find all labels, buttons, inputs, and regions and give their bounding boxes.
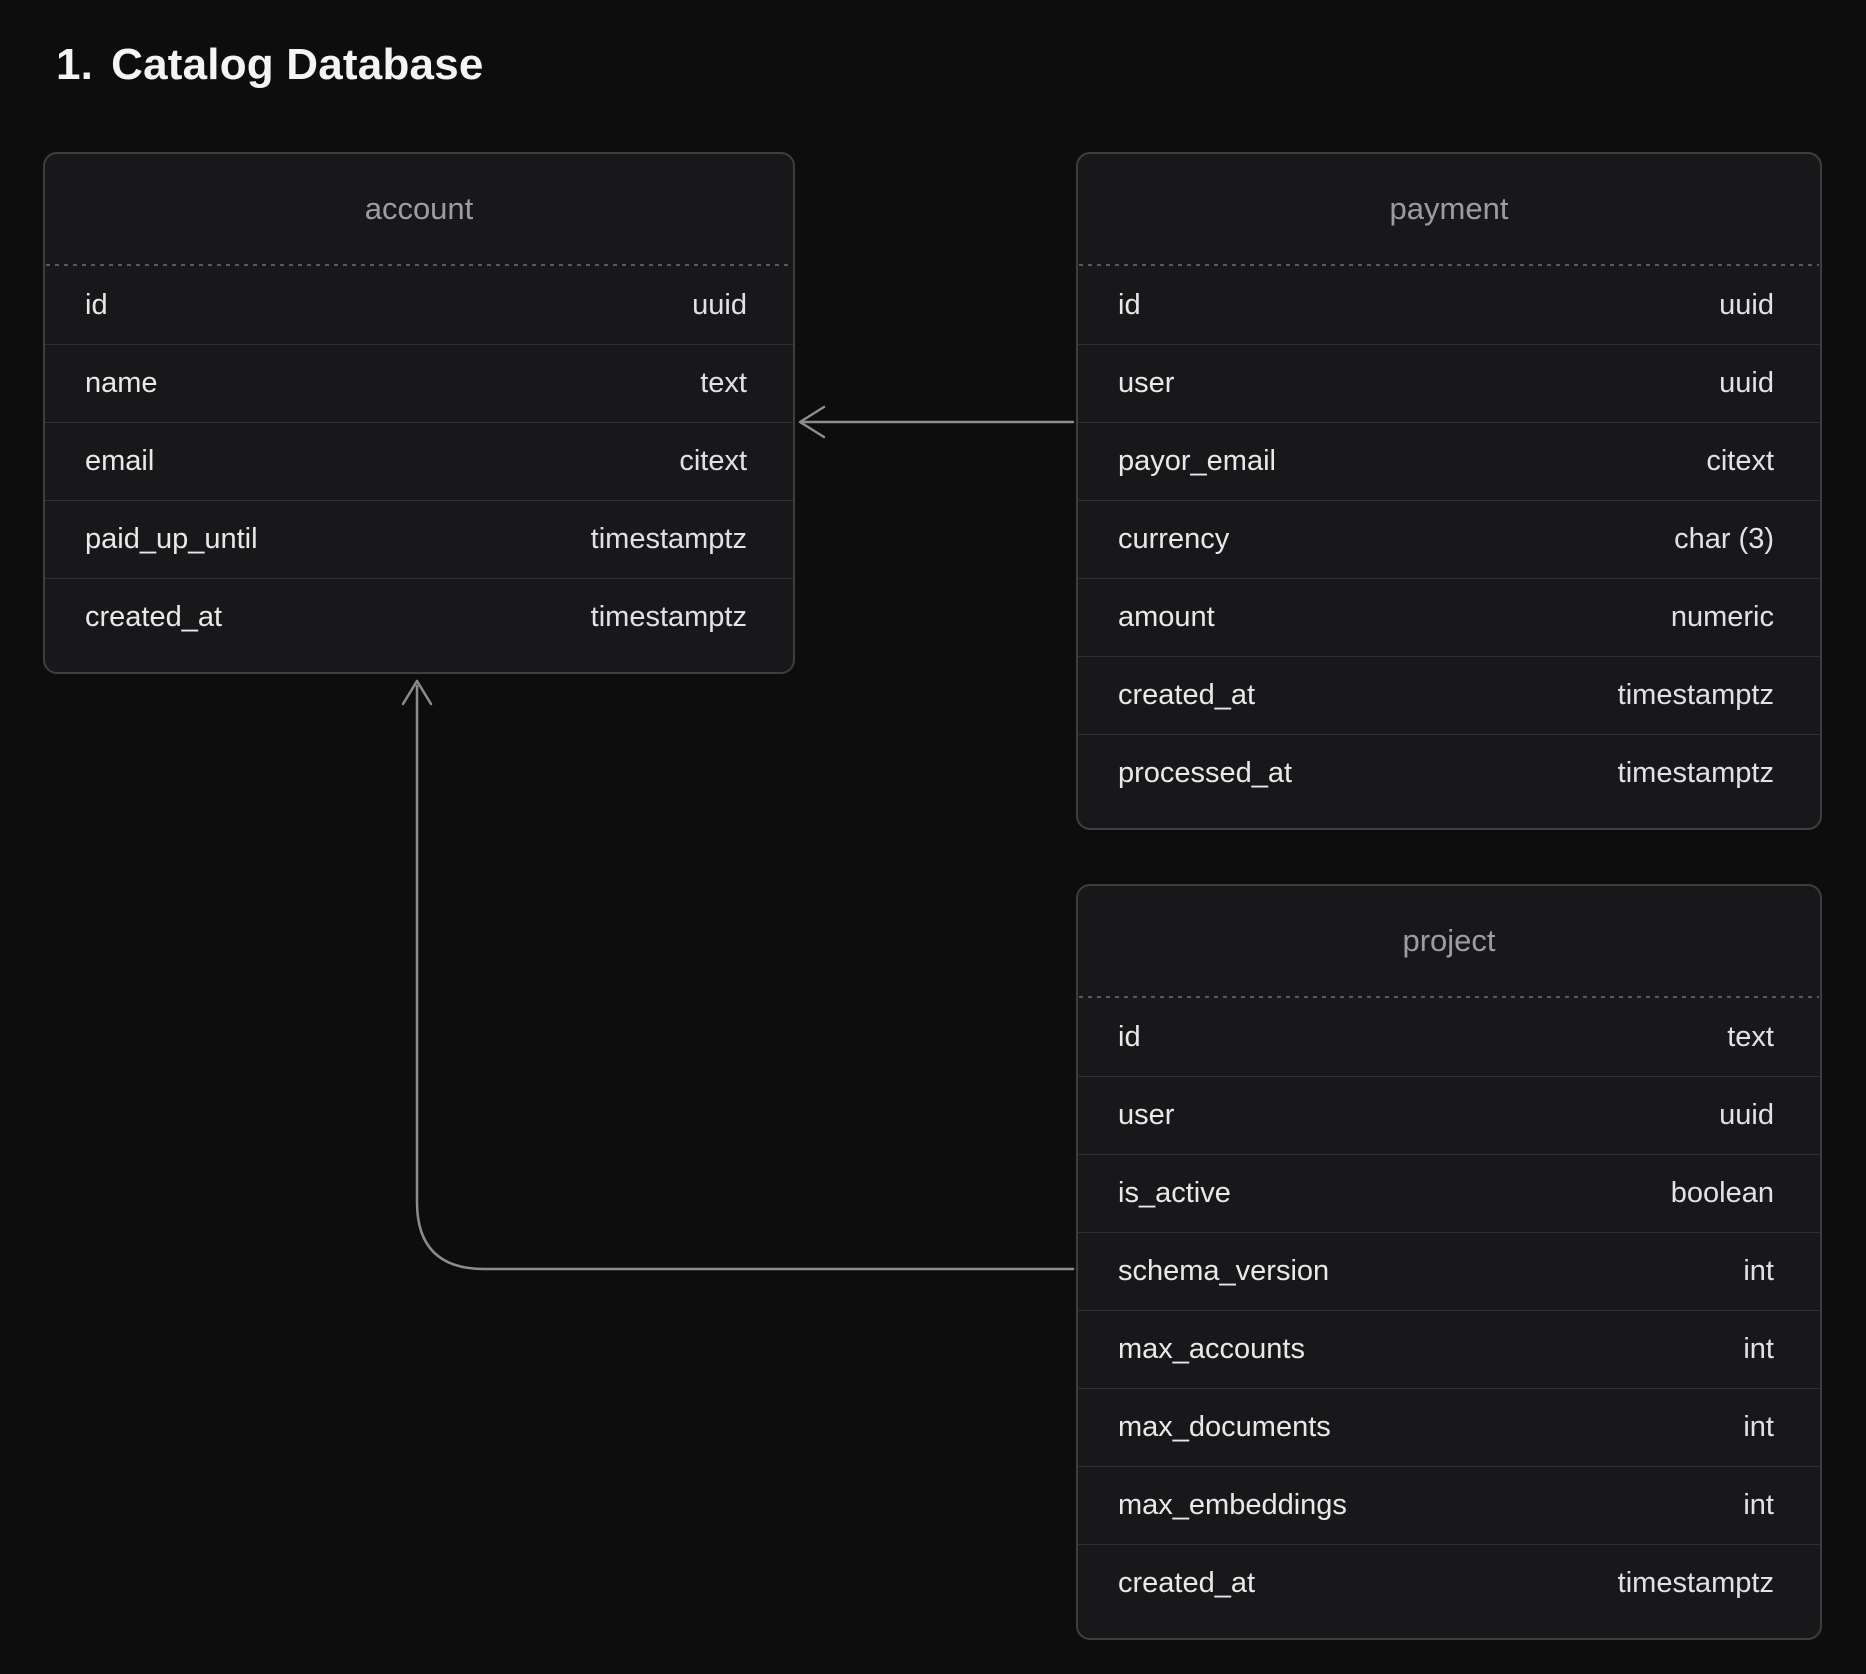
column-type: int bbox=[1743, 1411, 1774, 1444]
column-row: created_at timestamptz bbox=[1078, 656, 1820, 734]
column-type: uuid bbox=[1719, 367, 1774, 400]
table-node-payment[interactable]: payment id uuid user uuid payor_email citext c… bbox=[1076, 152, 1822, 830]
table-columns: iduuiduseruuidpayor_emailcitextcurrencyc… bbox=[1078, 266, 1820, 828]
page-title-marker: 1. bbox=[56, 40, 93, 90]
column-row: id uuid bbox=[45, 266, 793, 344]
column-row: processed_at timestamptz bbox=[1078, 734, 1820, 812]
column-name: name bbox=[85, 367, 158, 400]
column-row: id uuid bbox=[1078, 266, 1820, 344]
table-title: project bbox=[1078, 886, 1820, 996]
column-type: timestamptz bbox=[1618, 757, 1774, 790]
column-name: user bbox=[1118, 367, 1174, 400]
column-name: amount bbox=[1118, 601, 1215, 634]
column-type: boolean bbox=[1671, 1177, 1774, 1210]
table-title: account bbox=[45, 154, 793, 264]
column-name: currency bbox=[1118, 523, 1229, 556]
table-node-project[interactable]: project id text user uuid is_active boolean sc… bbox=[1076, 884, 1822, 1640]
column-row: is_active boolean bbox=[1078, 1154, 1820, 1232]
arrowhead-left-icon bbox=[800, 407, 824, 437]
connector-payment-to-account bbox=[800, 407, 1073, 437]
column-type: int bbox=[1743, 1255, 1774, 1288]
column-name: max_documents bbox=[1118, 1411, 1331, 1444]
column-name: id bbox=[85, 289, 108, 322]
page-title-text: Catalog Database bbox=[111, 40, 483, 90]
column-row: created_at timestamptz bbox=[45, 578, 793, 656]
column-row: max_documents int bbox=[1078, 1388, 1820, 1466]
column-name: created_at bbox=[1118, 679, 1255, 712]
column-row: schema_version int bbox=[1078, 1232, 1820, 1310]
column-row: created_at timestamptz bbox=[1078, 1544, 1820, 1622]
column-row: currency char (3) bbox=[1078, 500, 1820, 578]
arrowhead-up-icon bbox=[403, 681, 431, 704]
column-name: processed_at bbox=[1118, 757, 1292, 790]
column-type: text bbox=[700, 367, 747, 400]
column-type: uuid bbox=[1719, 1099, 1774, 1132]
column-row: email citext bbox=[45, 422, 793, 500]
column-row: id text bbox=[1078, 998, 1820, 1076]
column-row: user uuid bbox=[1078, 344, 1820, 422]
table-node-account[interactable]: account id uuid name text email citext paid_up… bbox=[43, 152, 795, 674]
column-name: is_active bbox=[1118, 1177, 1231, 1210]
column-type: int bbox=[1743, 1333, 1774, 1366]
page-title: 1. Catalog Database bbox=[56, 40, 484, 90]
column-name: created_at bbox=[1118, 1567, 1255, 1600]
column-name: max_accounts bbox=[1118, 1333, 1305, 1366]
column-type: timestamptz bbox=[1618, 679, 1774, 712]
column-name: email bbox=[85, 445, 154, 478]
column-type: text bbox=[1727, 1021, 1774, 1054]
column-type: timestamptz bbox=[591, 601, 747, 634]
column-name: id bbox=[1118, 289, 1141, 322]
column-type: char (3) bbox=[1674, 523, 1774, 556]
column-name: schema_version bbox=[1118, 1255, 1329, 1288]
column-type: citext bbox=[1706, 445, 1774, 478]
column-row: max_embeddings int bbox=[1078, 1466, 1820, 1544]
column-type: timestamptz bbox=[591, 523, 747, 556]
connector-line bbox=[417, 686, 1073, 1269]
diagram-canvas: 1. Catalog Database account id uuid name te… bbox=[0, 0, 1866, 1674]
table-columns: id text user uuid is_active boolean schema_ver… bbox=[1078, 998, 1820, 1638]
table-columns: iduuidnametextemailcitextpaid_up_untilti… bbox=[45, 266, 793, 672]
column-type: numeric bbox=[1671, 601, 1774, 634]
column-row: paid_up_until timestamptz bbox=[45, 500, 793, 578]
column-type: int bbox=[1743, 1489, 1774, 1522]
connector-project-to-account bbox=[403, 681, 1073, 1269]
table-title: payment bbox=[1078, 154, 1820, 264]
column-name: user bbox=[1118, 1099, 1174, 1132]
column-row: amount numeric bbox=[1078, 578, 1820, 656]
column-row: max_accounts int bbox=[1078, 1310, 1820, 1388]
column-name: paid_up_until bbox=[85, 523, 258, 556]
column-row: payor_email citext bbox=[1078, 422, 1820, 500]
column-name: created_at bbox=[85, 601, 222, 634]
column-row: name text bbox=[45, 344, 793, 422]
column-name: id bbox=[1118, 1021, 1141, 1054]
column-type: timestamptz bbox=[1618, 1567, 1774, 1600]
column-name: payor_email bbox=[1118, 445, 1276, 478]
column-type: uuid bbox=[1719, 289, 1774, 322]
column-type: uuid bbox=[692, 289, 747, 322]
column-type: citext bbox=[679, 445, 747, 478]
column-name: max_embeddings bbox=[1118, 1489, 1347, 1522]
column-row: user uuid bbox=[1078, 1076, 1820, 1154]
